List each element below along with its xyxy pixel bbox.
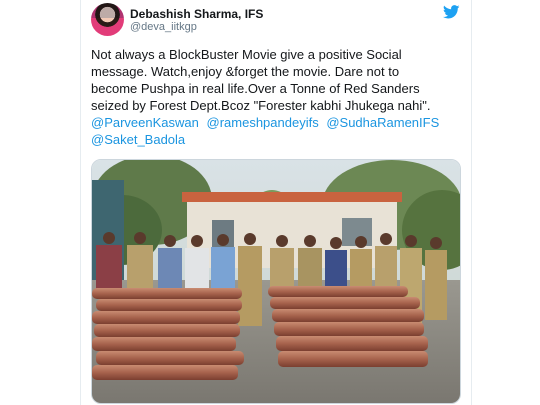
tweet-text-line: Not always a BlockBuster Movie give a po… <box>91 47 402 62</box>
tweet-text-line: seized by Forest Dept.Bcoz "Forester kab… <box>91 98 431 113</box>
mention-link[interactable]: @Saket_Badola <box>91 132 185 147</box>
author-avatar[interactable] <box>91 3 124 36</box>
tweet-text-line: become Pushpa in real life.Over a Tonne … <box>91 81 420 96</box>
mentions-line: @ParveenKaswan @rameshpandeyifs @SudhaRa… <box>91 114 465 131</box>
twitter-bird-icon[interactable] <box>443 5 460 19</box>
tweet-text-line: message. Watch,enjoy &forget the movie. … <box>91 64 400 79</box>
tweet-media-photo[interactable] <box>91 159 461 404</box>
photo-red-sanders-seizure <box>92 160 460 403</box>
author-handle[interactable]: @deva_iitkgp <box>130 21 197 33</box>
mention-link[interactable]: @rameshpandeyifs <box>207 115 319 130</box>
author-name[interactable]: Debashish Sharma, IFS <box>130 7 263 21</box>
tweet-text: Not always a BlockBuster Movie give a po… <box>91 46 465 148</box>
tweet-card[interactable]: Debashish Sharma, IFS @deva_iitkgp Not a… <box>80 0 472 405</box>
mentions-line: @Saket_Badola <box>91 131 465 148</box>
mention-link[interactable]: @SudhaRamenIFS <box>326 115 439 130</box>
mention-link[interactable]: @ParveenKaswan <box>91 115 199 130</box>
